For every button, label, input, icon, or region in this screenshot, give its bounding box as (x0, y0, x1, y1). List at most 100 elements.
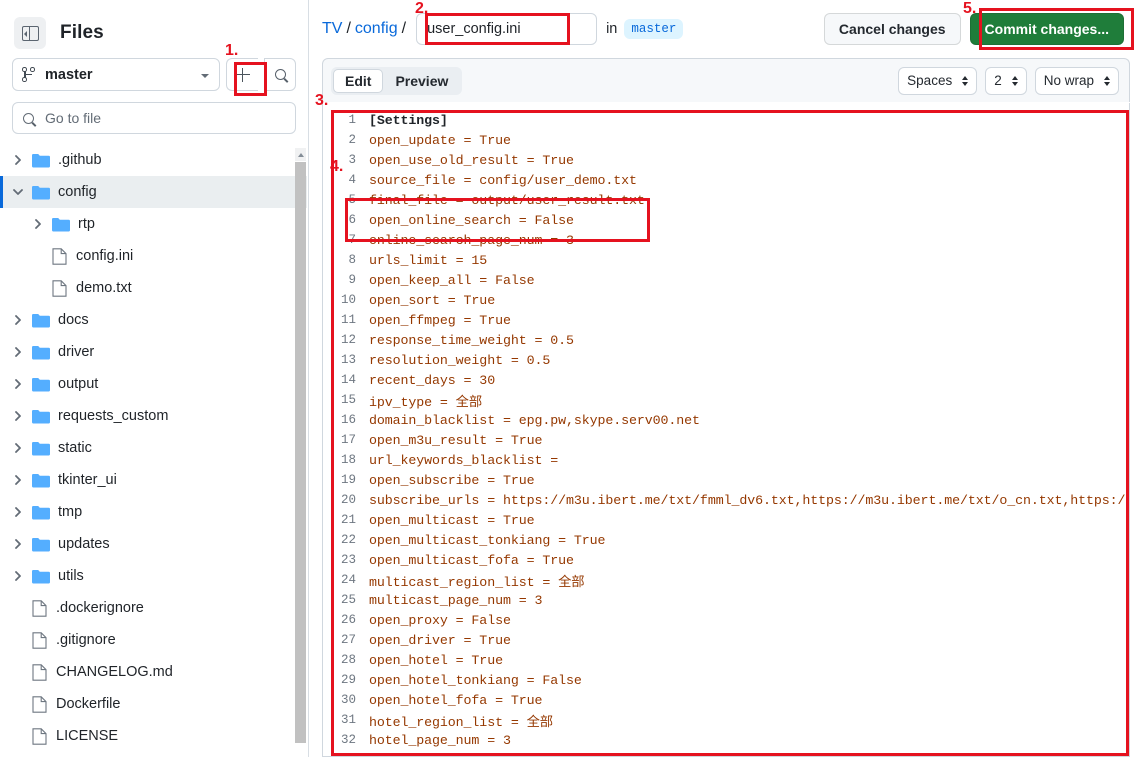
tree-item-output[interactable]: output (0, 368, 307, 400)
tree-expander[interactable] (10, 443, 26, 453)
edit-preview-tabs: Edit Preview (331, 66, 463, 95)
code-line[interactable]: 6 open_online_search = False (323, 210, 1129, 230)
file-tree[interactable]: .github config rtp config.ini demo.txt docs dr… (0, 144, 307, 757)
code-line[interactable]: 3 open_use_old_result = True (323, 150, 1129, 170)
code-line[interactable]: 23 open_multicast_fofa = True (323, 550, 1129, 570)
tree-item-docs[interactable]: docs (0, 304, 307, 336)
code-line[interactable]: 26 open_proxy = False (323, 610, 1129, 630)
tree-expander[interactable] (10, 507, 26, 517)
code-line[interactable]: 13 resolution_weight = 0.5 (323, 350, 1129, 370)
tree-expander[interactable] (10, 187, 26, 197)
scroll-up-arrow-icon[interactable] (295, 148, 306, 161)
code-line[interactable]: 9 open_keep_all = False (323, 270, 1129, 290)
tab-preview[interactable]: Preview (383, 69, 460, 93)
tree-expander[interactable] (30, 219, 46, 229)
code-line[interactable]: 14 recent_days = 30 (323, 370, 1129, 390)
annotation-label-4: 4. (330, 158, 344, 175)
cancel-changes-button[interactable]: Cancel changes (823, 13, 961, 45)
line-number: 26 (340, 613, 356, 627)
code-line[interactable]: 17 open_m3u_result = True (323, 430, 1129, 450)
chevron-right-icon (15, 507, 21, 517)
tree-item-updates[interactable]: updates (0, 528, 307, 560)
code-line[interactable]: 22 open_multicast_tonkiang = True (323, 530, 1129, 550)
code-line[interactable]: 1 [Settings] (323, 110, 1129, 130)
tree-expander[interactable] (10, 539, 26, 549)
code-line[interactable]: 15 ipv_type = 全部 (323, 390, 1129, 410)
wrap-mode-select[interactable]: No wrap (1034, 66, 1119, 95)
add-file-button[interactable] (226, 58, 258, 91)
tree-item-config[interactable]: config (0, 176, 307, 208)
code-line[interactable]: 30 open_hotel_fofa = True (323, 690, 1129, 710)
tree-expander[interactable] (10, 315, 26, 325)
branch-badge: master (624, 19, 684, 39)
code-line[interactable]: 24 multicast_region_list = 全部 (323, 570, 1129, 590)
code-line[interactable]: 4 source_file = config/user_demo.txt (323, 170, 1129, 190)
breadcrumb-folder[interactable]: config (355, 20, 398, 38)
tree-item-label: output (58, 376, 99, 392)
sidebar-collapse-icon[interactable] (14, 17, 46, 49)
code-line[interactable]: 8 urls_limit = 15 (323, 250, 1129, 270)
tree-item-tmp[interactable]: tmp (0, 496, 307, 528)
tree-item-config-ini[interactable]: config.ini (0, 240, 307, 272)
commit-changes-button[interactable]: Commit changes... (969, 13, 1124, 45)
search-files-button[interactable] (264, 58, 296, 91)
code-line[interactable]: 20 subscribe_urls = https://m3u.ibert.me/… (323, 490, 1129, 510)
code-line[interactable]: 21 open_multicast = True (323, 510, 1129, 530)
code-line[interactable]: 29 open_hotel_tonkiang = False (323, 670, 1129, 690)
code-line[interactable]: 27 open_driver = True (323, 630, 1129, 650)
code-line[interactable]: 12 response_time_weight = 0.5 (323, 330, 1129, 350)
sidebar-scrollbar[interactable] (295, 148, 306, 743)
tree-item-dockerfile[interactable]: Dockerfile (0, 688, 307, 720)
editor-area[interactable]: 1 [Settings] 2 open_update = True 3 open_use_… (322, 103, 1130, 757)
code-content[interactable]: 1 [Settings] 2 open_update = True 3 open_use_… (323, 103, 1129, 756)
tree-item-demo-txt[interactable]: demo.txt (0, 272, 307, 304)
tree-item-label: demo.txt (76, 280, 132, 296)
scrollbar-thumb[interactable] (295, 162, 306, 743)
tree-item-utils[interactable]: utils (0, 560, 307, 592)
code-line[interactable]: 32 hotel_page_num = 3 (323, 730, 1129, 750)
tree-item-tkinter-ui[interactable]: tkinter_ui (0, 464, 307, 496)
tree-expander[interactable] (10, 379, 26, 389)
tree-expander[interactable] (10, 155, 26, 165)
line-text: open_hotel_fofa = True (369, 692, 543, 708)
code-line[interactable]: 28 open_hotel = True (323, 650, 1129, 670)
code-line[interactable]: 19 open_subscribe = True (323, 470, 1129, 490)
breadcrumb-repo[interactable]: TV (322, 20, 342, 38)
code-line[interactable]: 11 open_ffmpeg = True (323, 310, 1129, 330)
code-line[interactable]: 10 open_sort = True (323, 290, 1129, 310)
indent-size-select[interactable]: 2 (985, 66, 1027, 95)
line-text: open_proxy = False (369, 612, 511, 628)
line-text: open_m3u_result = True (369, 432, 543, 448)
tree-expander[interactable] (10, 571, 26, 581)
tree-item-static[interactable]: static (0, 432, 307, 464)
code-line[interactable]: 16 domain_blacklist = epg.pw,skype.serv00… (323, 410, 1129, 430)
tree-item-github[interactable]: .github (0, 144, 307, 176)
code-line[interactable]: 18 url_keywords_blacklist = (323, 450, 1129, 470)
tree-item-rtp[interactable]: rtp (0, 208, 307, 240)
tree-expander[interactable] (10, 475, 26, 485)
tree-item-license[interactable]: LICENSE (0, 720, 307, 752)
code-line[interactable]: 5 final_file = output/user_result.txt (323, 190, 1129, 210)
tree-item-requests-custom[interactable]: requests_custom (0, 400, 307, 432)
tree-item-dockerignore[interactable]: .dockerignore (0, 592, 307, 624)
code-line[interactable]: 25 multicast_page_num = 3 (323, 590, 1129, 610)
code-line[interactable]: 31 hotel_region_list = 全部 (323, 710, 1129, 730)
tree-expander[interactable] (10, 411, 26, 421)
tree-item-changelog-md[interactable]: CHANGELOG.md (0, 656, 307, 688)
line-text: resolution_weight = 0.5 (369, 352, 551, 368)
line-text: open_update = True (369, 132, 511, 148)
file-header-bar: TV / config / user_config.ini in master … (310, 0, 1140, 58)
filename-input[interactable]: user_config.ini (416, 13, 598, 45)
tab-edit[interactable]: Edit (333, 68, 384, 93)
tree-item-driver[interactable]: driver (0, 336, 307, 368)
chevron-right-icon (15, 155, 21, 165)
code-line[interactable]: 7 online_search_page_num = 3 (323, 230, 1129, 250)
tree-expander[interactable] (10, 347, 26, 357)
code-line[interactable]: 2 open_update = True (323, 130, 1129, 150)
indent-mode-select[interactable]: Spaces (898, 66, 978, 95)
tree-item-label: utils (58, 568, 84, 584)
go-to-file-input[interactable]: Go to file (12, 102, 296, 134)
branch-selector[interactable]: master (12, 58, 220, 91)
tree-item-gitignore[interactable]: .gitignore (0, 624, 307, 656)
line-number: 17 (340, 433, 356, 447)
